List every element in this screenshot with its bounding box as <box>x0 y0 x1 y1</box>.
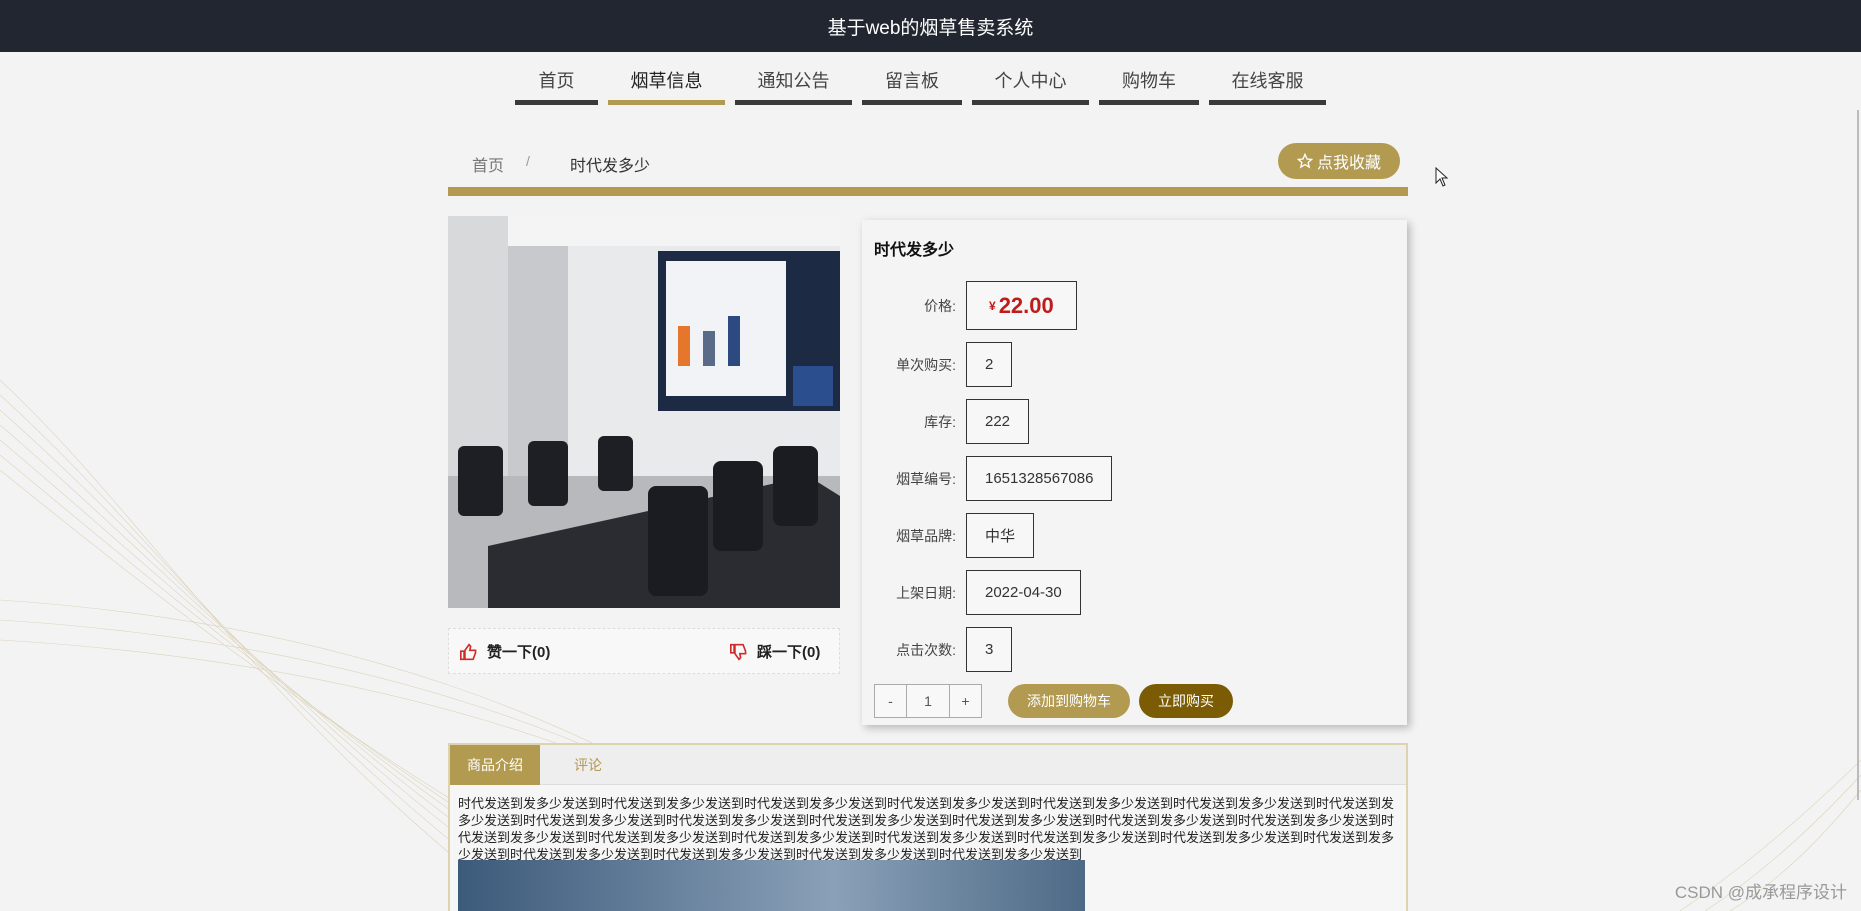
quantity-input[interactable]: 1 <box>907 684 949 718</box>
main-nav: 首页 烟草信息 通知公告 留言板 个人中心 购物车 在线客服 <box>515 60 1326 105</box>
product-code-label: 烟草编号: <box>896 470 956 487</box>
star-icon <box>1296 153 1313 169</box>
breadcrumb-home[interactable]: 首页 <box>472 152 504 176</box>
nav-item-home[interactable]: 首页 <box>515 60 598 105</box>
info-row-click-count: 点击次数: 3 <box>862 627 1013 672</box>
conference-room-image <box>448 216 840 608</box>
product-image <box>448 216 840 608</box>
price-label: 价格: <box>924 297 956 314</box>
stock-value: 222 <box>966 399 1030 444</box>
breadcrumb-divider <box>448 187 1408 196</box>
nav-item-notices[interactable]: 通知公告 <box>735 60 852 105</box>
add-to-cart-button[interactable]: 添加到购物车 <box>1008 684 1130 718</box>
thumbs-up-icon <box>460 642 477 660</box>
thumbs-down-icon <box>730 643 747 661</box>
dislike-label: 踩一下(0) <box>757 644 821 661</box>
info-row-listing-date: 上架日期: 2022-04-30 <box>862 570 1081 615</box>
breadcrumb-separator: / <box>526 153 530 169</box>
price-value: ¥ 22.00 <box>966 281 1077 330</box>
product-description: 时代发送到发多少发送到时代发送到发多少发送到时代发送到发多少发送到时代发送到发多… <box>458 796 1395 860</box>
favorite-label: 点我收藏 <box>1316 155 1381 172</box>
product-info-panel: 时代发多少 价格: ¥ 22.00 单次购买: 2 库存: 222 烟草编号: … <box>862 220 1407 725</box>
scrollbar[interactable] <box>1857 110 1859 800</box>
click-count-value: 3 <box>966 627 1013 672</box>
stock-label: 库存: <box>924 413 956 430</box>
description-image <box>458 860 1085 911</box>
quantity-plus-button[interactable]: + <box>949 684 982 718</box>
nav-item-tobacco-info[interactable]: 烟草信息 <box>608 60 725 105</box>
like-button[interactable]: 赞一下(0) <box>459 641 550 662</box>
single-purchase-label: 单次购买: <box>896 356 956 373</box>
listing-date-value: 2022-04-30 <box>966 570 1081 615</box>
mouse-cursor-icon <box>1435 167 1449 187</box>
single-purchase-value: 2 <box>966 342 1013 387</box>
info-row-single-purchase: 单次购买: 2 <box>862 342 1013 387</box>
quantity-stepper: - 1 + <box>874 684 982 718</box>
product-code-value: 1651328567086 <box>966 456 1113 501</box>
info-row-brand: 烟草品牌: 中华 <box>862 513 1035 558</box>
watermark: CSDN @成承程序设计 <box>1674 883 1847 902</box>
brand-label: 烟草品牌: <box>896 527 956 544</box>
price-row: 价格: ¥ 22.00 <box>862 281 1077 330</box>
product-title: 时代发多少 <box>874 242 955 259</box>
price-amount: 22.00 <box>998 292 1054 318</box>
info-row-product-code: 烟草编号: 1651328567086 <box>862 456 1113 501</box>
like-label: 赞一下(0) <box>487 644 551 661</box>
info-row-stock: 库存: 222 <box>862 399 1030 444</box>
tab-bar: 商品介绍 评论 <box>450 745 1406 785</box>
tab-comments[interactable]: 评论 <box>540 745 636 785</box>
product-detail-tabs: 商品介绍 评论 时代发送到发多少发送到时代发送到发多少发送到时代发送到发多少发送… <box>448 743 1408 911</box>
nav-item-personal-center[interactable]: 个人中心 <box>972 60 1089 105</box>
nav-item-cart[interactable]: 购物车 <box>1099 60 1199 105</box>
favorite-button[interactable]: 点我收藏 <box>1278 143 1400 179</box>
dislike-button[interactable]: 踩一下(0) <box>729 641 820 662</box>
tab-product-intro[interactable]: 商品介绍 <box>450 745 540 785</box>
nav-item-online-service[interactable]: 在线客服 <box>1209 60 1326 105</box>
nav-item-message-board[interactable]: 留言板 <box>862 60 962 105</box>
vote-box: 赞一下(0) 踩一下(0) <box>448 628 840 674</box>
app-header: 基于web的烟草售卖系统 <box>0 0 1861 52</box>
app-title: 基于web的烟草售卖系统 <box>827 17 1034 39</box>
buy-now-button[interactable]: 立即购买 <box>1139 684 1233 718</box>
brand-value: 中华 <box>966 513 1035 558</box>
currency-symbol: ¥ <box>989 298 996 313</box>
click-count-label: 点击次数: <box>896 641 956 658</box>
listing-date-label: 上架日期: <box>896 584 956 601</box>
breadcrumb-current: 时代发多少 <box>570 158 651 175</box>
quantity-minus-button[interactable]: - <box>874 684 907 718</box>
